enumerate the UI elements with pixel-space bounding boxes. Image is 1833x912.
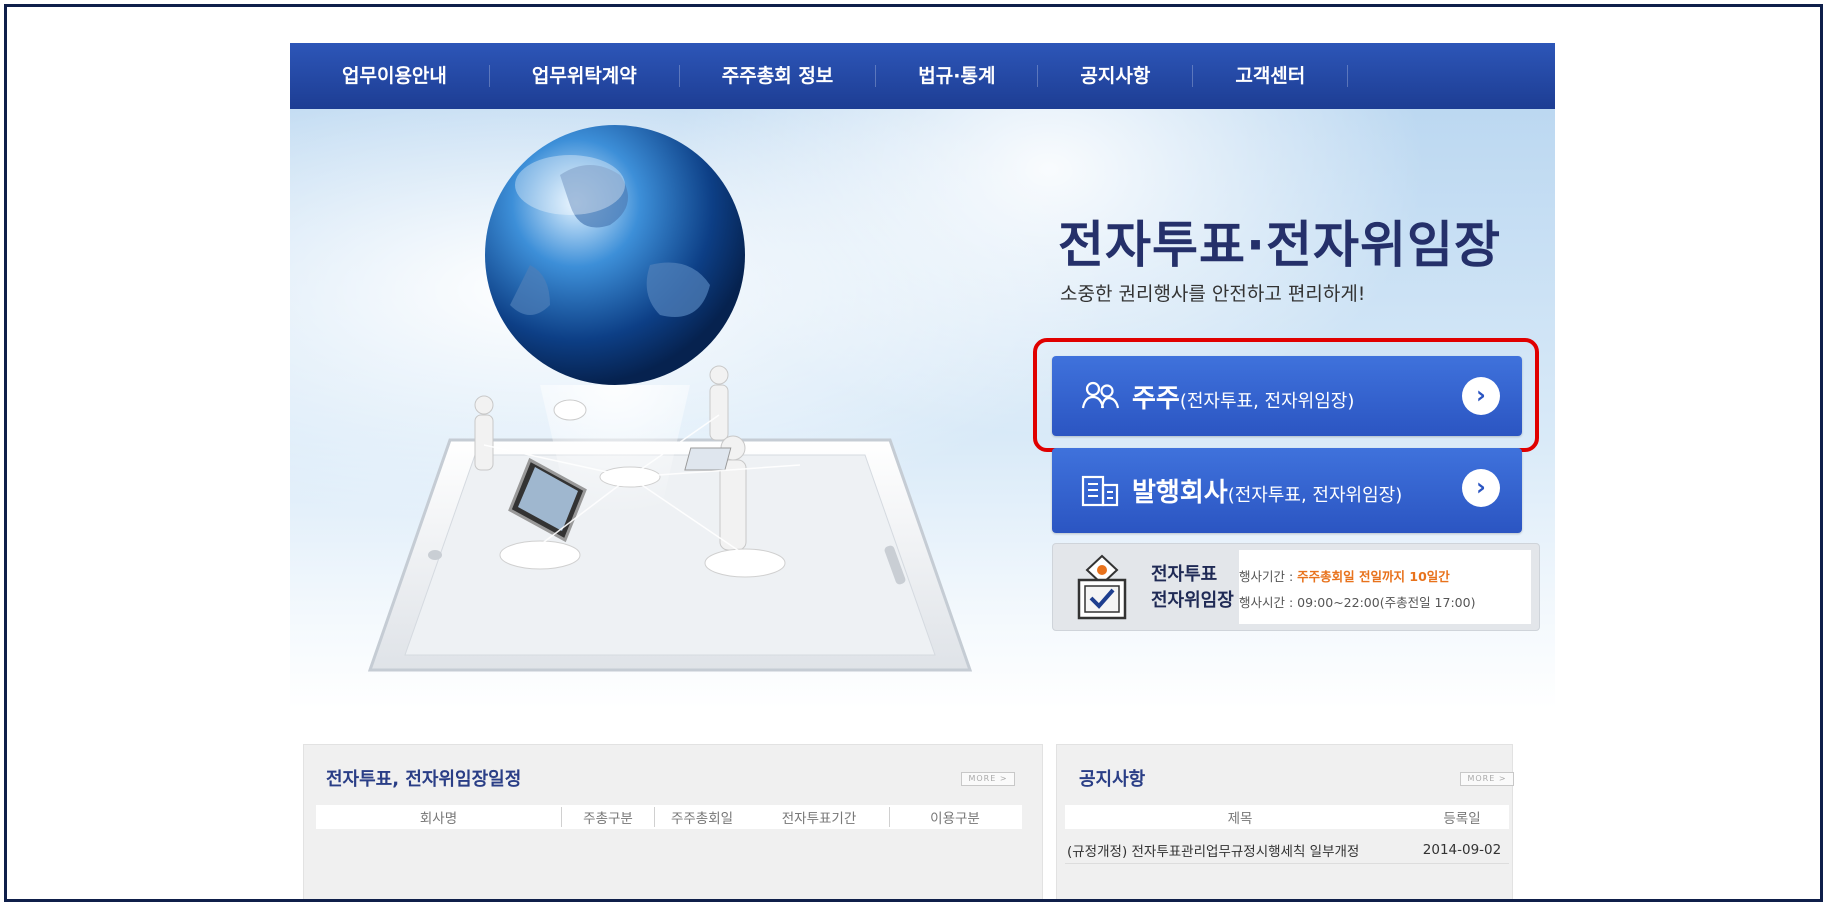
e-voting-label: 전자투표	[1151, 564, 1218, 585]
schedule-panel: 전자투표, 전자위임장일정 MORE > 회사명 주총구분 주주총회일 전자투표…	[303, 744, 1043, 899]
voting-time: 행사시간 : 09:00~22:00(주총전일 17:00)	[1239, 595, 1476, 610]
building-icon	[1081, 475, 1119, 506]
nav-item-usage-guide[interactable]: 업무이용안내	[290, 65, 490, 87]
voting-schedule-text: 행사기간 : 주주총회일 전일까지 10일간 행사시간 : 09:00~22:0…	[1239, 550, 1531, 624]
globe-tablet-illustration	[367, 125, 973, 672]
notice-panel: 공지사항 MORE > 제목 등록일 (규정개정) 전자투표관리업무규정시행세칙…	[1056, 744, 1514, 899]
main-nav: 업무이용안내 업무위탁계약 주주총회 정보 법규·통계 공지사항 고객센터	[290, 43, 1555, 109]
nav-item-notices[interactable]: 공지사항	[1038, 65, 1194, 87]
nav-item-customer-center[interactable]: 고객센터	[1193, 65, 1349, 87]
column-company-name: 회사명	[419, 811, 458, 827]
schedule-panel-title: 전자투표, 전자위임장일정	[326, 769, 522, 790]
divider	[1065, 863, 1509, 864]
issuer-button[interactable]: 발행회사(전자투표, 전자위임장) ›	[1052, 448, 1522, 533]
notice-date: 2014-09-02	[1422, 842, 1502, 858]
column-voting-period: 전자투표기간	[781, 811, 857, 827]
hero-banner: 전자투표·전자위임장 소중한 권리행사를 안전하고 편리하게! 주주(전자투표,…	[290, 109, 1555, 709]
column-meeting-type: 주총구분	[561, 807, 654, 827]
nav-item-shareholder-meeting[interactable]: 주주총회 정보	[680, 65, 877, 87]
shareholder-button-label: 주주(전자투표, 전자위임장)	[1132, 383, 1355, 414]
notice-title: (규정개정) 전자투표관리업무규정시행세칙 일부개정	[1067, 844, 1360, 860]
column-usage-type: 이용구분	[889, 807, 1020, 827]
chevron-right-icon: ›	[1462, 469, 1500, 507]
column-date: 등록일	[1443, 811, 1481, 827]
ballot-box-icon	[1077, 554, 1127, 620]
screenshot-frame: 업무이용안내 업무위탁계약 주주총회 정보 법규·통계 공지사항 고객센터 전자…	[4, 4, 1823, 902]
nav-item-laws-statistics[interactable]: 법규·통계	[876, 65, 1039, 87]
notice-table-header: 제목 등록일	[1065, 805, 1509, 829]
shareholder-button[interactable]: 주주(전자투표, 전자위임장) ›	[1052, 356, 1522, 436]
schedule-table-header: 회사명 주총구분 주주총회일 전자투표기간 이용구분	[316, 805, 1022, 829]
e-proxy-label: 전자위임장	[1151, 590, 1234, 611]
column-meeting-date: 주주총회일	[654, 807, 749, 827]
table-row[interactable]: (규정개정) 전자투표관리업무규정시행세칙 일부개정 2014-09-02	[1065, 838, 1509, 862]
schedule-more-button[interactable]: MORE >	[961, 772, 1015, 786]
issuer-button-label: 발행회사(전자투표, 전자위임장)	[1132, 478, 1403, 508]
column-title: 제목	[1227, 811, 1253, 827]
hero-title: 전자투표·전자위임장	[1058, 216, 1501, 274]
notice-panel-title: 공지사항	[1079, 769, 1146, 790]
nav-item-consignment-contract[interactable]: 업무위탁계약	[490, 65, 680, 87]
voting-period: 행사기간 : 주주총회일 전일까지 10일간	[1239, 569, 1450, 584]
voting-info-box: 전자투표 전자위임장 행사기간 : 주주총회일 전일까지 10일간 행사시간 :…	[1052, 543, 1540, 631]
users-icon	[1081, 381, 1120, 409]
notice-more-button[interactable]: MORE >	[1460, 772, 1514, 786]
hero-subtitle: 소중한 권리행사를 안전하고 편리하게!	[1060, 283, 1366, 305]
chevron-right-icon: ›	[1462, 377, 1500, 415]
